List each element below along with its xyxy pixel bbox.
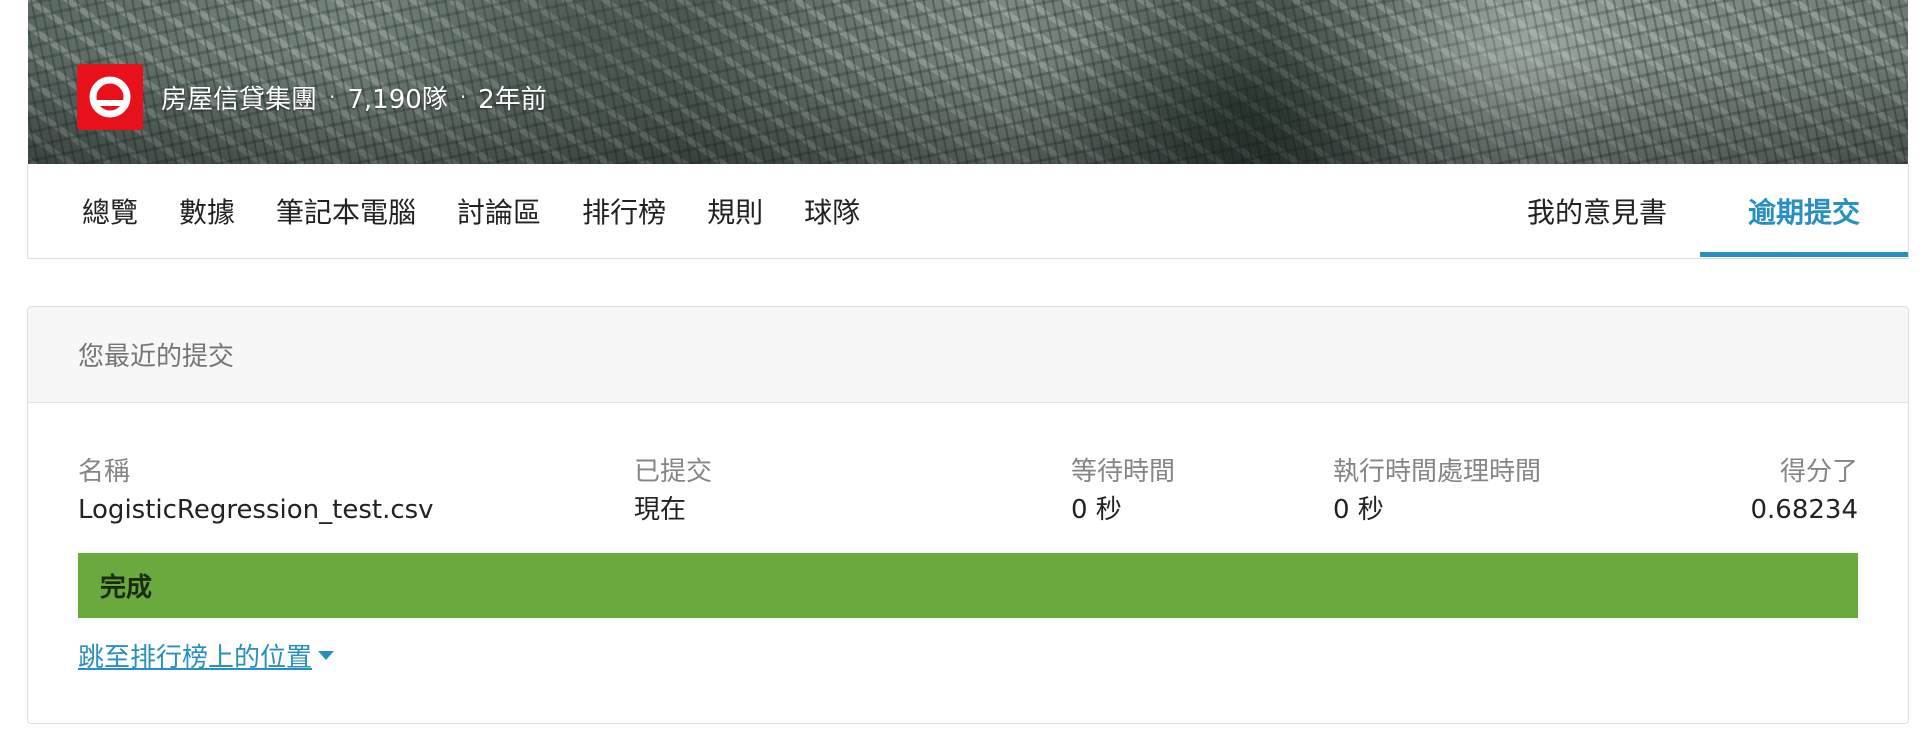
competition-nav: 總覽 數據 筆記本電腦 討論區 排行榜 規則 球隊 我的意見書 逾期提交 <box>27 164 1909 259</box>
tab-notebooks[interactable]: 筆記本電腦 <box>276 191 416 231</box>
competition-banner: 房屋信貸集團 · 7,190隊 · 2年前 <box>28 0 1908 164</box>
wait-column: 等待時間 0 秒 <box>1071 453 1175 529</box>
score-column: 得分了 0.68234 <box>1750 453 1858 529</box>
caret-down-icon[interactable] <box>318 651 335 660</box>
wait-value: 0 秒 <box>1071 495 1122 525</box>
org-name[interactable]: 房屋信貸集團 <box>161 79 317 116</box>
org-logo[interactable] <box>77 64 143 130</box>
banner-meta: 房屋信貸集團 · 7,190隊 · 2年前 <box>161 79 547 116</box>
score-label: 得分了 <box>1779 457 1858 487</box>
nav-right-tabs: 我的意見書 逾期提交 <box>1494 164 1908 257</box>
tab-discussion[interactable]: 討論區 <box>457 191 541 231</box>
banner-info: 房屋信貸集團 · 7,190隊 · 2年前 <box>77 64 547 130</box>
separator-dot: · <box>329 85 336 109</box>
tab-team[interactable]: 球隊 <box>804 191 860 231</box>
submitted-label: 已提交 <box>634 457 713 487</box>
name-column: 名稱 LogisticRegression_test.csv <box>78 453 434 529</box>
submission-row: 名稱 LogisticRegression_test.csv 已提交 現在 等待… <box>28 453 1908 533</box>
nav-left-tabs: 總覽 數據 筆記本電腦 討論區 排行榜 規則 球隊 <box>82 164 901 257</box>
jump-to-leaderboard-link[interactable]: 跳至排行榜上的位置 <box>78 637 335 674</box>
exec-label: 執行時間處理時間 <box>1333 457 1542 487</box>
score-value: 0.68234 <box>1750 495 1858 525</box>
submitted-column: 已提交 現在 <box>634 453 712 529</box>
tab-rules[interactable]: 規則 <box>707 191 763 231</box>
status-text: 完成 <box>100 573 153 603</box>
tab-my-submissions[interactable]: 我的意見書 <box>1494 164 1700 257</box>
tab-late-submission[interactable]: 逾期提交 <box>1699 164 1908 257</box>
submission-filename: LogisticRegression_test.csv <box>78 495 434 525</box>
status-complete-bar: 完成 <box>78 553 1858 618</box>
home-credit-logo-icon <box>89 76 131 118</box>
tab-overview[interactable]: 總覽 <box>82 191 138 231</box>
jump-link-label[interactable]: 跳至排行榜上的位置 <box>78 637 312 674</box>
card-header: 您最近的提交 <box>28 307 1908 403</box>
wait-label: 等待時間 <box>1071 457 1176 487</box>
exec-value: 0 秒 <box>1333 495 1384 525</box>
name-label: 名稱 <box>78 457 131 487</box>
separator-dot: · <box>459 85 467 109</box>
time-ago: 2年前 <box>478 84 547 115</box>
team-count: 7,190隊 <box>347 84 448 115</box>
tab-leaderboard[interactable]: 排行榜 <box>582 191 666 231</box>
exec-column: 執行時間處理時間 0 秒 <box>1333 453 1541 529</box>
recent-submission-card: 您最近的提交 名稱 LogisticRegression_test.csv 已提… <box>27 306 1909 724</box>
submitted-value: 現在 <box>634 495 687 525</box>
tab-data[interactable]: 數據 <box>179 191 235 231</box>
